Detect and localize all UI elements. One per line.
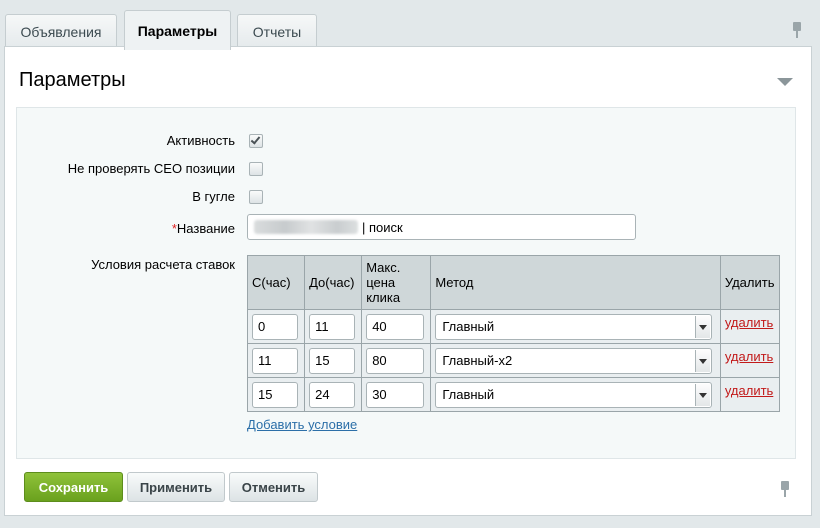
method-select-value: Главный — [442, 387, 495, 402]
activity-checkbox[interactable] — [249, 134, 263, 148]
name-input[interactable]: | поиск — [247, 214, 636, 240]
name-label: *Название — [172, 221, 235, 236]
method-select[interactable]: Главный — [435, 313, 713, 340]
name-input-value: | поиск — [362, 219, 403, 235]
method-select[interactable]: Главный-x2 — [435, 347, 713, 374]
in-google-label: В гугле — [192, 189, 235, 204]
save-button[interactable]: Сохранить — [24, 472, 123, 502]
max-price-input[interactable]: 30 — [366, 381, 425, 408]
blurred-text — [254, 220, 358, 234]
delete-link[interactable]: удалить — [725, 349, 775, 364]
section-title: Параметры — [19, 69, 126, 91]
parameters-panel: Параметры Активность Не проверять СЕО по… — [4, 46, 812, 516]
tab-parameters-label: Параметры — [137, 22, 218, 39]
pin-icon[interactable] — [792, 22, 802, 38]
to-hour-input[interactable]: 11 — [309, 313, 356, 340]
col-method-header: Метод — [430, 255, 721, 310]
pin-icon[interactable] — [780, 481, 790, 497]
tab-ads-label: Объявления — [20, 23, 102, 40]
conditions-header-row: С(час) До(час) Макс. цена клика Метод Уд… — [246, 255, 781, 310]
tab-reports-label: Отчеты — [252, 23, 302, 40]
to-hour-input[interactable]: 24 — [309, 381, 356, 408]
table-row: 0 11 40 Главный удалить — [246, 309, 781, 344]
col-to-header: До(час) — [304, 255, 363, 310]
from-hour-input[interactable]: 0 — [252, 313, 298, 340]
tab-ads[interactable]: Объявления — [5, 14, 117, 48]
from-hour-input[interactable]: 15 — [252, 381, 298, 408]
dropdown-arrow-icon[interactable] — [695, 315, 711, 338]
col-max-price-header: Макс. цена клика — [361, 255, 432, 310]
delete-link[interactable]: удалить — [725, 315, 775, 330]
dropdown-arrow-icon[interactable] — [695, 349, 711, 372]
table-row: 15 24 30 Главный удалить — [246, 377, 781, 412]
col-delete-header: Удалить — [719, 255, 781, 310]
dropdown-arrow-icon[interactable] — [695, 383, 711, 406]
apply-button[interactable]: Применить — [127, 472, 225, 502]
max-price-input[interactable]: 80 — [366, 347, 425, 374]
conditions-table: С(час) До(час) Макс. цена клика Метод Уд… — [246, 255, 781, 412]
no-seo-check-checkbox[interactable] — [249, 162, 263, 176]
in-google-checkbox[interactable] — [249, 190, 263, 204]
checkmark-icon — [250, 134, 261, 145]
method-select[interactable]: Главный — [435, 381, 713, 408]
max-price-input[interactable]: 40 — [366, 313, 425, 340]
name-label-text: Название — [176, 221, 235, 236]
method-select-value: Главный-x2 — [442, 353, 513, 368]
tab-bar: Объявления Параметры Отчеты — [0, 0, 820, 50]
table-row: 11 15 80 Главный-x2 удалить — [246, 343, 781, 378]
add-condition-link[interactable]: Добавить условие — [247, 417, 357, 432]
delete-link[interactable]: удалить — [725, 383, 775, 398]
activity-label: Активность — [166, 133, 235, 148]
col-from-header: С(час) — [246, 255, 306, 310]
no-seo-check-label: Не проверять СЕО позиции — [67, 161, 235, 176]
to-hour-input[interactable]: 15 — [309, 347, 356, 374]
cancel-button[interactable]: Отменить — [229, 472, 318, 502]
conditions-label: Условия расчета ставок — [91, 257, 235, 272]
form-area: Активность Не проверять СЕО позиции В гу… — [16, 107, 796, 459]
method-select-value: Главный — [442, 319, 495, 334]
from-hour-input[interactable]: 11 — [252, 347, 298, 374]
tab-reports[interactable]: Отчеты — [237, 14, 317, 48]
tab-parameters[interactable]: Параметры — [124, 10, 231, 50]
collapse-arrow-icon[interactable] — [777, 78, 793, 86]
